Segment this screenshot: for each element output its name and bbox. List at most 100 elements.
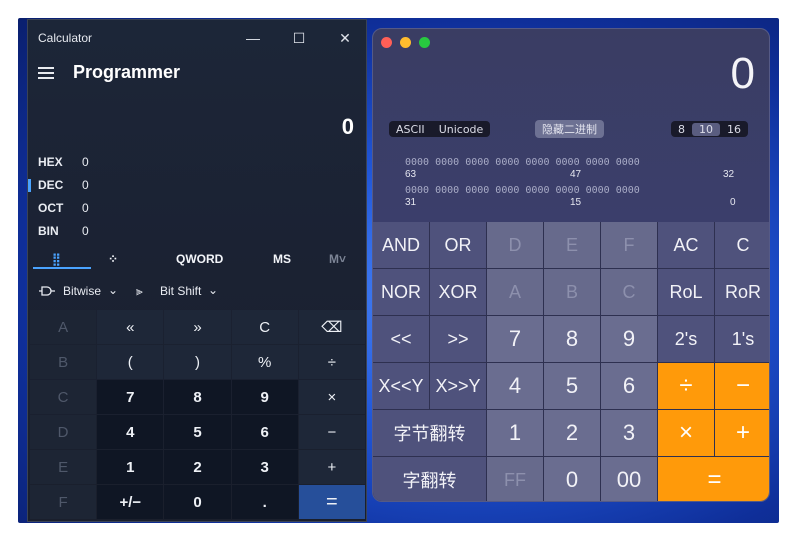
- mac-key-19[interactable]: 2's: [658, 316, 714, 362]
- key-19[interactable]: −: [298, 415, 365, 449]
- key-11[interactable]: 7: [97, 380, 164, 414]
- bit-digits[interactable]: 0000 0000 0000 0000 0000 0000 0000 0000: [405, 157, 640, 168]
- mac-key-37[interactable]: 00: [601, 457, 657, 501]
- maximize-button[interactable]: ☐: [286, 26, 312, 50]
- base-8-button[interactable]: 8: [671, 123, 692, 136]
- mac-key-33[interactable]: +: [715, 410, 769, 456]
- mac-key-3[interactable]: E: [544, 222, 600, 268]
- base-16-button[interactable]: 16: [720, 123, 748, 136]
- base-row-oct[interactable]: OCT 0: [28, 199, 148, 222]
- mac-key-31[interactable]: 3: [601, 410, 657, 456]
- close-button[interactable]: ✕: [332, 26, 358, 50]
- key-22[interactable]: 2: [164, 450, 231, 484]
- mac-key-34[interactable]: 字翻转: [373, 457, 486, 501]
- bit-toggle-icon[interactable]: ⁘: [108, 252, 118, 266]
- hide-binary-button[interactable]: 隐藏二进制: [535, 120, 604, 138]
- mac-key-28[interactable]: 字节翻转: [373, 410, 486, 456]
- ascii-button[interactable]: ASCII: [389, 123, 432, 136]
- minimize-button[interactable]: [400, 37, 411, 48]
- key-4[interactable]: ⌫: [298, 310, 365, 344]
- bit-shift-dropdown[interactable]: Bit Shift: [160, 284, 201, 298]
- key-24[interactable]: +: [298, 450, 365, 484]
- key-5[interactable]: B: [30, 345, 97, 379]
- key-15[interactable]: D: [30, 415, 97, 449]
- mac-key-15[interactable]: >>: [430, 316, 486, 362]
- key-14[interactable]: ×: [298, 380, 365, 414]
- key-27[interactable]: 0: [164, 485, 231, 519]
- mac-key-24[interactable]: 5: [544, 363, 600, 409]
- mac-key-38[interactable]: =: [658, 457, 769, 501]
- key-1[interactable]: «: [97, 310, 164, 344]
- mac-key-12[interactable]: RoL: [658, 269, 714, 315]
- mac-key-10[interactable]: B: [544, 269, 600, 315]
- key-20[interactable]: E: [30, 450, 97, 484]
- key-21[interactable]: 1: [97, 450, 164, 484]
- key-0[interactable]: A: [30, 310, 97, 344]
- zoom-button[interactable]: [419, 37, 430, 48]
- unicode-button[interactable]: Unicode: [432, 123, 491, 136]
- mac-key-11[interactable]: C: [601, 269, 657, 315]
- key-6[interactable]: (: [97, 345, 164, 379]
- key-2[interactable]: »: [164, 310, 231, 344]
- mac-key-25[interactable]: 6: [601, 363, 657, 409]
- mac-key-9[interactable]: A: [487, 269, 543, 315]
- key-25[interactable]: F: [30, 485, 97, 519]
- memory-store-button[interactable]: MS: [273, 252, 291, 266]
- base-row-bin[interactable]: BIN 0: [28, 222, 148, 245]
- mac-key-23[interactable]: 4: [487, 363, 543, 409]
- keypad-icon[interactable]: ⣿: [52, 252, 61, 266]
- key-18[interactable]: 6: [231, 415, 298, 449]
- mac-key-36[interactable]: 0: [544, 457, 600, 501]
- bit-digits[interactable]: 0000 0000 0000 0000 0000 0000 0000 0000: [405, 185, 640, 196]
- mac-key-17[interactable]: 8: [544, 316, 600, 362]
- key-3[interactable]: C: [231, 310, 298, 344]
- bitwise-dropdown[interactable]: Bitwise: [63, 284, 101, 298]
- key-23[interactable]: 3: [231, 450, 298, 484]
- bit-index-label: 0: [730, 197, 736, 208]
- key-28[interactable]: .: [231, 485, 298, 519]
- mac-key-14[interactable]: <<: [373, 316, 429, 362]
- key-26[interactable]: +/−: [97, 485, 164, 519]
- key-16[interactable]: 4: [97, 415, 164, 449]
- mac-key-30[interactable]: 2: [544, 410, 600, 456]
- mac-key-5[interactable]: AC: [658, 222, 714, 268]
- mac-key-20[interactable]: 1's: [715, 316, 769, 362]
- mac-key-27[interactable]: −: [715, 363, 769, 409]
- mac-key-0[interactable]: AND: [373, 222, 429, 268]
- windows-calculator-window: Calculator — ☐ ✕ Programmer 0 HEX 0 DEC 0 …: [27, 19, 367, 522]
- mac-key-2[interactable]: D: [487, 222, 543, 268]
- mac-key-1[interactable]: OR: [430, 222, 486, 268]
- mac-key-4[interactable]: F: [601, 222, 657, 268]
- key-13[interactable]: 9: [231, 380, 298, 414]
- key-10[interactable]: C: [30, 380, 97, 414]
- title-bar[interactable]: Calculator — ☐ ✕: [28, 20, 366, 56]
- memory-view-button[interactable]: M˅: [329, 252, 346, 266]
- logic-gate-icon: [38, 285, 56, 300]
- close-button[interactable]: [381, 37, 392, 48]
- mac-key-7[interactable]: NOR: [373, 269, 429, 315]
- key-29[interactable]: =: [298, 485, 365, 519]
- mac-key-22[interactable]: X>>Y: [430, 363, 486, 409]
- mac-key-13[interactable]: RoR: [715, 269, 769, 315]
- base-row-dec[interactable]: DEC 0: [28, 176, 148, 199]
- hamburger-menu-icon[interactable]: [38, 67, 54, 79]
- key-8[interactable]: %: [231, 345, 298, 379]
- minimize-button[interactable]: —: [240, 26, 266, 50]
- mac-key-21[interactable]: X<<Y: [373, 363, 429, 409]
- key-7[interactable]: ): [164, 345, 231, 379]
- mac-key-35[interactable]: FF: [487, 457, 543, 501]
- base-10-button[interactable]: 10: [692, 122, 720, 136]
- base-row-hex[interactable]: HEX 0: [28, 153, 148, 176]
- key-12[interactable]: 8: [164, 380, 231, 414]
- word-size-button[interactable]: QWORD: [176, 252, 223, 266]
- mac-key-8[interactable]: XOR: [430, 269, 486, 315]
- mac-key-16[interactable]: 7: [487, 316, 543, 362]
- mac-key-18[interactable]: 9: [601, 316, 657, 362]
- mac-key-6[interactable]: C: [715, 222, 769, 268]
- mac-key-32[interactable]: ×: [658, 410, 714, 456]
- mac-key-29[interactable]: 1: [487, 410, 543, 456]
- mac-keypad: AND OR D E F AC C NOR XOR A B C RoL RoR << >> 7 8 9 2's 1's X…: [373, 222, 769, 501]
- key-9[interactable]: ÷: [298, 345, 365, 379]
- mac-key-26[interactable]: ÷: [658, 363, 714, 409]
- key-17[interactable]: 5: [164, 415, 231, 449]
